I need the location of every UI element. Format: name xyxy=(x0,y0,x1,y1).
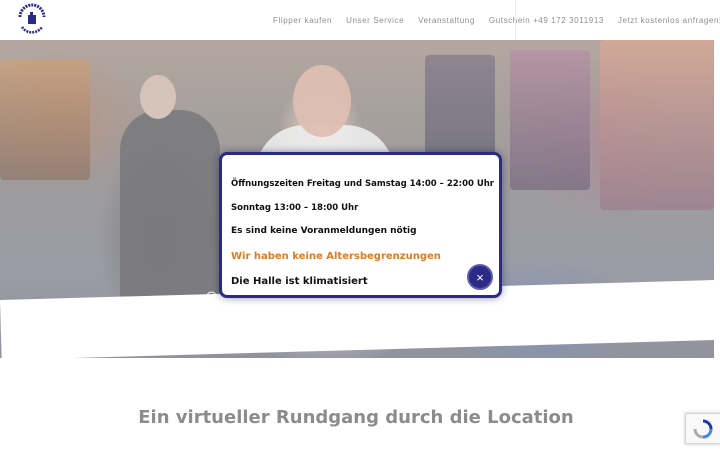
recaptcha-badge[interactable] xyxy=(685,413,720,444)
phone-link[interactable]: +49 172 3011913 xyxy=(533,16,604,25)
close-icon: × xyxy=(476,269,484,285)
popup-sunday-hours: Sonntag 13:00 – 18:00 Uhr xyxy=(231,203,359,213)
nav-gutschein[interactable]: Gutschein xyxy=(489,16,530,25)
popup-opening-hours: Öffnungszeiten Freitag und Samstag 14:00… xyxy=(231,179,494,189)
cta-link[interactable]: Jetzt kostenlos anfragen! xyxy=(618,16,720,25)
nav-veranstaltung[interactable]: Veranstaltung xyxy=(418,16,475,25)
logo[interactable] xyxy=(14,3,50,37)
main-nav: Flipper kaufen Unser Service Veranstaltu… xyxy=(273,0,544,40)
contact-nav: +49 172 3011913 Jetzt kostenlos anfragen… xyxy=(533,0,720,40)
recaptcha-icon xyxy=(693,419,713,438)
popup-air-conditioned: Die Halle ist klimatisiert xyxy=(231,276,368,287)
popup-no-age-limit: Wir haben keine Altersbegrenzungen xyxy=(231,251,441,262)
section-title: Ein virtueller Rundgang durch die Locati… xyxy=(138,407,574,428)
nav-flipper-kaufen[interactable]: Flipper kaufen xyxy=(273,16,332,25)
nav-unser-service[interactable]: Unser Service xyxy=(346,16,404,25)
flipperhalle-logo-icon xyxy=(18,3,46,34)
popup-no-registration: Es sind keine Voranmeldungen nötig xyxy=(231,226,417,236)
site-header: Flipper kaufen Unser Service Veranstaltu… xyxy=(0,0,720,40)
page: Flipper kaufen Unser Service Veranstaltu… xyxy=(0,0,720,450)
info-popup: Öffnungszeiten Freitag und Samstag 14:00… xyxy=(219,152,502,298)
nav-divider xyxy=(515,0,516,40)
popup-close-button[interactable]: × xyxy=(467,264,493,290)
